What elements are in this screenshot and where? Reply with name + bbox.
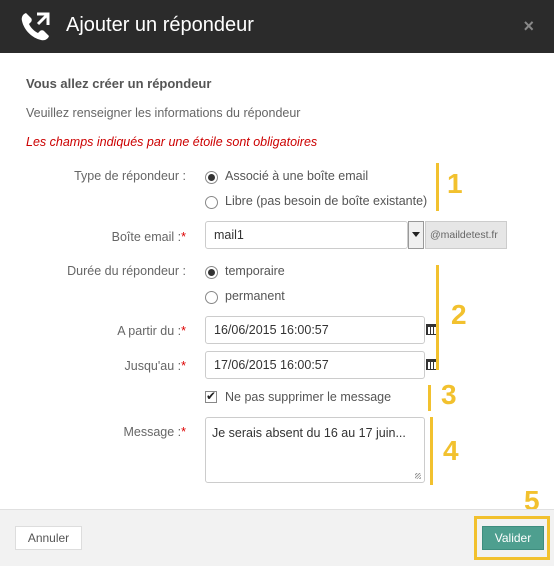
- annotation-number-3: 3: [441, 379, 457, 410]
- chevron-down-icon[interactable]: [408, 221, 424, 249]
- from-label: A partir du :*: [117, 324, 186, 338]
- required-note: Les champs indiqués par une étoile sont …: [26, 135, 318, 149]
- cancel-button[interactable]: Annuler: [15, 526, 82, 550]
- annotation-bar-3: [428, 385, 431, 411]
- form-heading: Vous allez créer un répondeur: [26, 76, 212, 91]
- dialog-titlebar: Ajouter un répondeur ×: [0, 0, 554, 53]
- annotation-number-1: 1: [447, 168, 463, 199]
- radio-type-free[interactable]: [205, 196, 218, 209]
- radio-duration-permanent-label[interactable]: permanent: [225, 289, 285, 303]
- message-textarea[interactable]: Je serais absent du 16 au 17 juin...: [205, 417, 425, 483]
- keep-message-checkbox[interactable]: ✔: [205, 389, 217, 403]
- mailbox-select[interactable]: mail1: [205, 221, 408, 249]
- annotation-bar-2: [436, 265, 439, 370]
- radio-duration-permanent[interactable]: [205, 291, 218, 304]
- duration-label: Durée du répondeur :: [67, 264, 186, 278]
- radio-type-mailbox-label[interactable]: Associé à une boîte email: [225, 169, 368, 183]
- dialog-content: Vous allez créer un répondeur Veuillez r…: [0, 53, 554, 516]
- annotation-bar-1: [436, 163, 439, 211]
- checkmark-icon: ✔: [206, 389, 217, 403]
- until-date-input[interactable]: 17/06/2015 16:00:57: [205, 351, 425, 379]
- message-label: Message :*: [123, 425, 186, 439]
- keep-message-label[interactable]: Ne pas supprimer le message: [225, 390, 391, 404]
- radio-type-free-label[interactable]: Libre (pas besoin de boîte existante): [225, 194, 427, 208]
- message-text: Je serais absent du 16 au 17 juin...: [212, 426, 406, 440]
- dialog-title: Ajouter un répondeur: [66, 14, 254, 36]
- form-subtext: Veuillez renseigner les informations du …: [26, 106, 301, 120]
- close-icon[interactable]: ×: [523, 16, 534, 37]
- phone-forward-icon: [21, 12, 50, 41]
- annotation-bar-4: [430, 417, 433, 485]
- annotation-number-2: 2: [451, 299, 467, 330]
- type-label: Type de répondeur :: [74, 169, 186, 183]
- annotation-number-4: 4: [443, 435, 459, 466]
- mailbox-domain: @maildetest.fr: [425, 221, 507, 249]
- from-date-input[interactable]: 16/06/2015 16:00:57: [205, 316, 425, 344]
- resize-grip-icon[interactable]: [415, 473, 421, 479]
- mailbox-label: Boîte email :*: [111, 230, 186, 244]
- radio-duration-temporary-label[interactable]: temporaire: [225, 264, 285, 278]
- until-label: Jusqu'au :*: [124, 359, 186, 373]
- radio-type-mailbox[interactable]: [205, 171, 218, 184]
- dialog-footer: Annuler Valider: [0, 509, 554, 566]
- submit-button[interactable]: Valider: [482, 526, 544, 550]
- radio-duration-temporary[interactable]: [205, 266, 218, 279]
